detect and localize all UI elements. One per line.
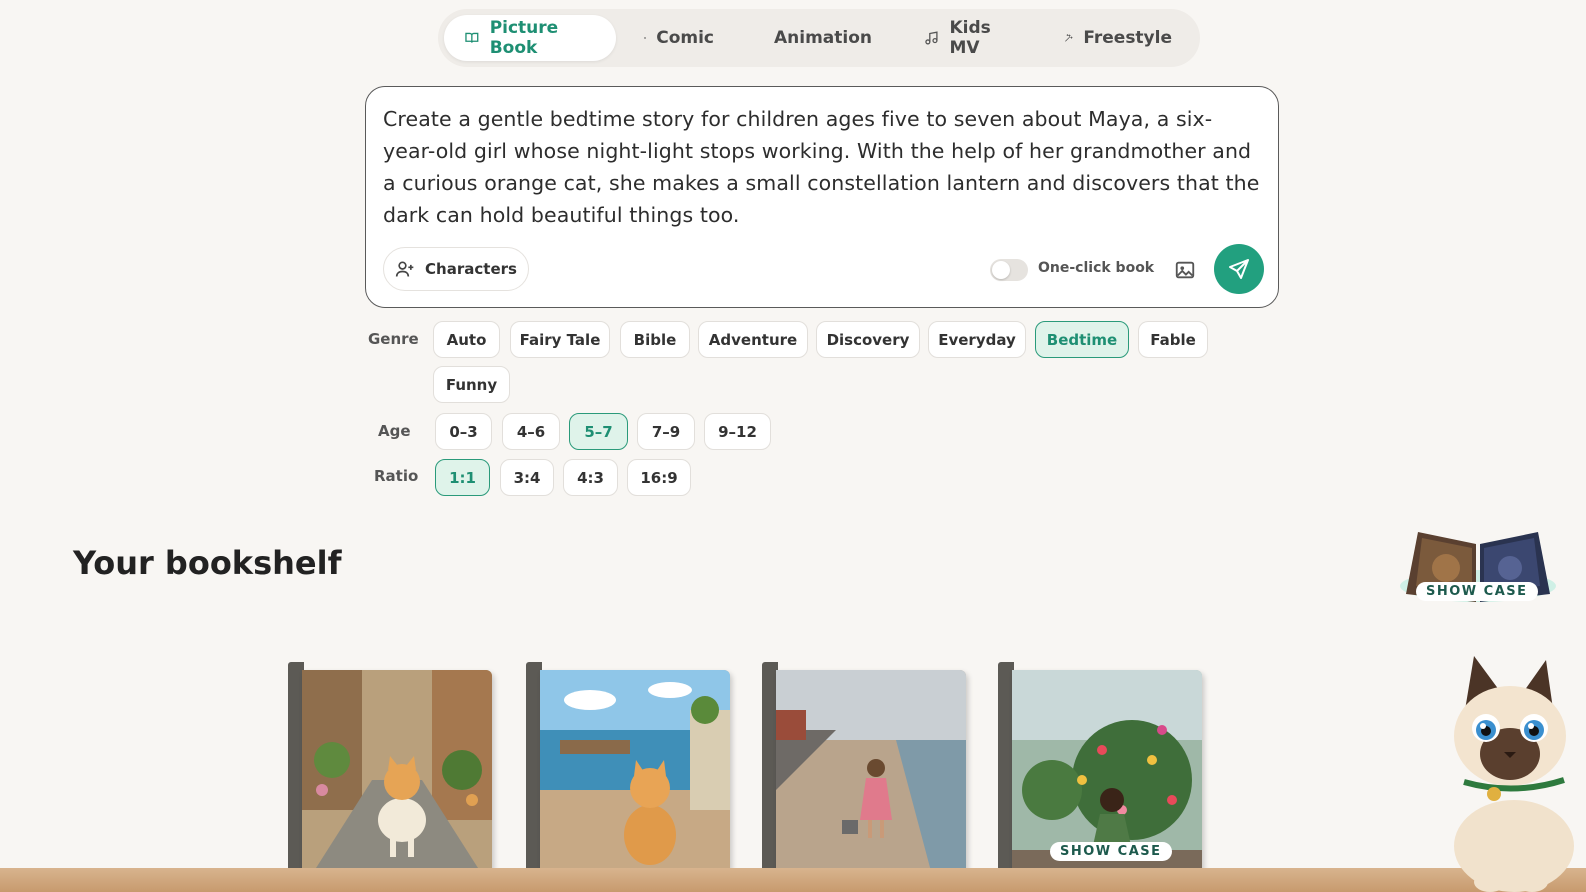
cat-on-pier-image	[540, 670, 730, 890]
showcase-book-button[interactable]: SHOW CASE	[1398, 524, 1558, 612]
showcase-badge: SHOW CASE	[1416, 582, 1538, 601]
add-user-icon	[395, 261, 414, 277]
tab-picture-book[interactable]: Picture Book	[444, 15, 616, 61]
tab-label: Freestyle	[1083, 28, 1172, 48]
book-card[interactable]	[762, 662, 966, 890]
music-note-icon	[925, 31, 938, 45]
one-click-label: One-click book	[1038, 260, 1155, 276]
ratio-chip-1-1[interactable]: 1:1	[435, 459, 490, 496]
bookshelf-title: Your bookshelf	[73, 544, 342, 582]
age-chip-4-6[interactable]: 4–6	[502, 413, 560, 450]
prompt-input[interactable]: Create a gentle bedtime story for childr…	[383, 103, 1261, 231]
genre-label: Genre	[368, 330, 419, 348]
genre-chip-everyday[interactable]: Everyday	[928, 321, 1026, 358]
mode-tab-bar: Picture Book Comic Animation Kids MV Fre…	[438, 9, 1200, 67]
age-chip-7-9[interactable]: 7–9	[637, 413, 695, 450]
age-label: Age	[378, 422, 411, 440]
image-upload-icon[interactable]	[1174, 259, 1196, 281]
send-icon	[1229, 259, 1249, 279]
genre-chip-fairy-tale[interactable]: Fairy Tale	[510, 321, 610, 358]
genre-chip-bible[interactable]: Bible	[620, 321, 690, 358]
ratio-chip-4-3[interactable]: 4:3	[563, 459, 618, 496]
ratio-chip-3-4[interactable]: 3:4	[500, 459, 554, 496]
girl-on-beach-image	[776, 670, 966, 890]
characters-button[interactable]: Characters	[383, 247, 529, 291]
tab-label: Comic	[656, 28, 714, 48]
sparkles-icon	[1065, 34, 1073, 42]
age-chip-0-3[interactable]: 0–3	[435, 413, 492, 450]
ratio-chip-16-9[interactable]: 16:9	[627, 459, 691, 496]
cat-mascot-icon[interactable]	[1434, 656, 1586, 892]
genre-chip-bedtime[interactable]: Bedtime	[1035, 321, 1129, 358]
book-open-icon	[465, 32, 479, 43]
characters-label: Characters	[425, 260, 517, 278]
book-cover	[302, 670, 492, 890]
book-cover	[776, 670, 966, 890]
age-chip-9-12[interactable]: 9–12	[704, 413, 771, 450]
genre-chip-adventure[interactable]: Adventure	[698, 321, 808, 358]
tab-kids-mv[interactable]: Kids MV	[904, 15, 1036, 61]
genre-chip-discovery[interactable]: Discovery	[816, 321, 920, 358]
tab-label: Kids MV	[949, 18, 991, 58]
showcase-badge: SHOW CASE	[1050, 842, 1172, 861]
book-cover	[540, 670, 730, 890]
tab-label: Picture Book	[489, 18, 559, 58]
genre-chip-auto[interactable]: Auto	[433, 321, 500, 358]
prompt-box: Create a gentle bedtime story for childr…	[365, 86, 1279, 308]
cat-in-alley-image	[302, 670, 492, 890]
tab-label: Animation	[774, 28, 873, 48]
bookshelf-plank	[0, 868, 1586, 892]
genre-chip-fable[interactable]: Fable	[1138, 321, 1208, 358]
send-button[interactable]	[1214, 244, 1264, 294]
book-card[interactable]: SHOW CASE	[998, 662, 1202, 890]
genre-chip-funny[interactable]: Funny	[433, 366, 510, 403]
book-card[interactable]	[526, 662, 730, 890]
grid-icon	[644, 37, 647, 39]
tab-comic[interactable]: Comic	[624, 15, 734, 61]
book-card[interactable]	[288, 662, 492, 890]
age-chip-5-7[interactable]: 5–7	[569, 413, 628, 450]
one-click-toggle[interactable]	[990, 259, 1028, 281]
tab-freestyle[interactable]: Freestyle	[1044, 15, 1192, 61]
tab-animation[interactable]: Animation	[744, 15, 884, 61]
ratio-label: Ratio	[374, 467, 419, 485]
